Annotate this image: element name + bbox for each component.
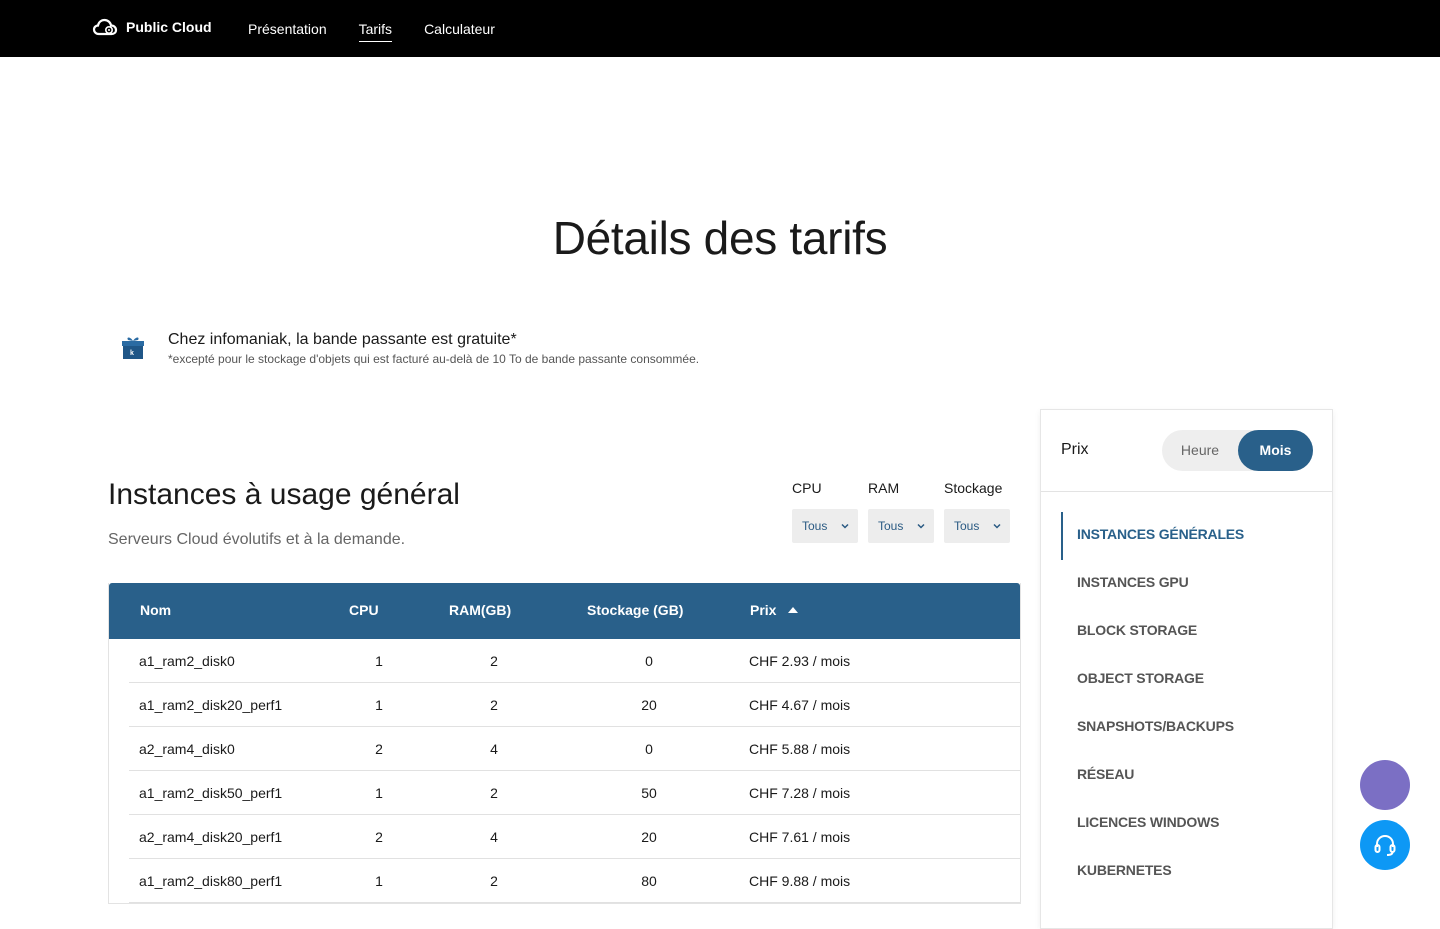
col-header-name[interactable]: Nom (140, 602, 171, 618)
brand-logo[interactable]: Public Cloud (92, 17, 212, 37)
sidebar-item-instances-generales[interactable]: INSTANCES GÉNÉRALES (1061, 512, 1311, 560)
cell-ram: 2 (490, 653, 498, 669)
cell-name: a1_ram2_disk0 (139, 653, 235, 669)
filter-ram: RAM Tous (868, 480, 934, 543)
cell-ram: 4 (490, 829, 498, 845)
sidebar-item-instances-gpu[interactable]: INSTANCES GPU (1061, 560, 1311, 608)
cloud-icon (92, 18, 118, 36)
cell-price: CHF 5.88 / mois (749, 741, 851, 757)
cell-name: a2_ram4_disk0 (139, 741, 235, 757)
sidebar-item-snapshots-backups[interactable]: SNAPSHOTS/BACKUPS (1061, 704, 1311, 752)
sidebar-header: Prix Heure Mois (1041, 410, 1332, 492)
price-period-label: Prix (1061, 441, 1089, 458)
bandwidth-notice: k Chez infomaniak, la bande passante est… (120, 330, 699, 366)
cell-price: CHF 2.93 / mois (749, 653, 851, 669)
cell-cpu: 2 (375, 741, 383, 757)
notice-footnote: *excepté pour le stockage d'objets qui e… (168, 352, 700, 366)
toggle-month-button[interactable]: Mois (1238, 430, 1313, 471)
svg-text:k: k (130, 350, 134, 357)
cell-name: a1_ram2_disk50_perf1 (139, 785, 283, 801)
cell-storage: 20 (641, 697, 657, 713)
gift-icon: k (122, 337, 144, 359)
col-header-storage[interactable]: Stockage (GB) (587, 602, 683, 618)
table-row[interactable]: a1_ram2_disk20_perf1 1 2 20 CHF 4.67 / m… (109, 683, 1020, 727)
chevron-down-icon (993, 523, 1001, 529)
filter-ram-value: Tous (878, 519, 904, 533)
support-button[interactable] (1360, 820, 1410, 870)
table-header: Nom CPU RAM(GB) Stockage (GB) Prix (109, 583, 1020, 639)
chat-bubble-button[interactable] (1360, 760, 1410, 810)
filter-ram-select[interactable]: Tous (868, 509, 934, 543)
filter-cpu-label: CPU (792, 480, 822, 496)
section-title: Instances à usage général (108, 478, 460, 511)
sidebar-item-kubernetes[interactable]: KUBERNETES (1061, 848, 1311, 896)
nav-presentation[interactable]: Présentation (248, 19, 327, 42)
page-title: Détails des tarifs (552, 212, 888, 264)
section-subtitle: Serveurs Cloud évolutifs et à la demande… (108, 531, 406, 548)
cell-cpu: 1 (375, 697, 383, 713)
cell-ram: 4 (490, 741, 498, 757)
col-header-cpu[interactable]: CPU (349, 602, 379, 618)
filter-cpu: CPU Tous (792, 480, 858, 543)
cell-cpu: 2 (375, 829, 383, 845)
cell-storage: 0 (645, 741, 653, 757)
table-row[interactable]: a1_ram2_disk80_perf1 1 2 80 CHF 9.88 / m… (109, 859, 1020, 903)
cell-name: a1_ram2_disk80_perf1 (139, 873, 283, 889)
cell-storage: 20 (641, 829, 657, 845)
cell-storage: 50 (641, 785, 657, 801)
filter-storage: Stockage Tous (944, 480, 1010, 543)
col-header-price[interactable]: Prix (750, 602, 799, 618)
cell-name: a2_ram4_disk20_perf1 (139, 829, 283, 845)
cell-price: CHF 4.67 / mois (749, 697, 851, 713)
cell-cpu: 1 (375, 653, 383, 669)
filter-storage-value: Tous (954, 519, 980, 533)
cell-ram: 2 (490, 785, 498, 801)
table-row[interactable]: a1_ram2_disk0 1 2 0 CHF 2.93 / mois (109, 639, 1020, 683)
cell-price: CHF 7.28 / mois (749, 785, 851, 801)
top-navbar: Public Cloud Présentation Tarifs Calcula… (0, 0, 1440, 57)
sidebar-nav: INSTANCES GÉNÉRALES INSTANCES GPU BLOCK … (1061, 512, 1311, 896)
filter-cpu-value: Tous (802, 519, 828, 533)
pricing-table: Nom CPU RAM(GB) Stockage (GB) Prix a1_ra… (108, 583, 1021, 904)
sidebar-item-object-storage[interactable]: OBJECT STORAGE (1061, 656, 1311, 704)
cell-storage: 0 (645, 653, 653, 669)
cell-price: CHF 9.88 / mois (749, 873, 851, 889)
table-row[interactable]: a2_ram4_disk0 2 4 0 CHF 5.88 / mois (109, 727, 1020, 771)
sidebar-item-licences-windows[interactable]: LICENCES WINDOWS (1061, 800, 1311, 848)
cell-name: a1_ram2_disk20_perf1 (139, 697, 283, 713)
headset-icon (1374, 834, 1396, 856)
filter-storage-select[interactable]: Tous (944, 509, 1010, 543)
sort-ascending-icon (788, 607, 799, 613)
chevron-down-icon (917, 523, 925, 529)
cell-ram: 2 (490, 873, 498, 889)
col-header-ram[interactable]: RAM(GB) (449, 602, 511, 618)
nav-calculateur[interactable]: Calculateur (424, 19, 495, 42)
filter-ram-label: RAM (868, 480, 900, 496)
sidebar-item-reseau[interactable]: RÉSEAU (1061, 752, 1311, 800)
cell-price: CHF 7.61 / mois (749, 829, 851, 845)
cell-storage: 80 (641, 873, 657, 889)
table-row[interactable]: a1_ram2_disk50_perf1 1 2 50 CHF 7.28 / m… (109, 771, 1020, 815)
sidebar-item-block-storage[interactable]: BLOCK STORAGE (1061, 608, 1311, 656)
price-period-toggle: Heure Mois (1162, 430, 1313, 471)
cell-ram: 2 (490, 697, 498, 713)
notice-main-text: Chez infomaniak, la bande passante est g… (168, 331, 517, 348)
brand-name: Public Cloud (126, 19, 212, 35)
cell-cpu: 1 (375, 873, 383, 889)
filter-storage-label: Stockage (944, 480, 1003, 496)
chevron-down-icon (841, 523, 849, 529)
cell-cpu: 1 (375, 785, 383, 801)
main-nav: Présentation Tarifs Calculateur (248, 19, 495, 42)
pricing-sidebar: Prix Heure Mois INSTANCES GÉNÉRALES INST… (1040, 409, 1333, 929)
table-row[interactable]: a2_ram4_disk20_perf1 2 4 20 CHF 7.61 / m… (109, 815, 1020, 859)
filter-cpu-select[interactable]: Tous (792, 509, 858, 543)
col-header-price-label: Prix (750, 602, 777, 618)
nav-tarifs[interactable]: Tarifs (358, 19, 393, 42)
toggle-hour-button[interactable]: Heure (1162, 430, 1238, 471)
